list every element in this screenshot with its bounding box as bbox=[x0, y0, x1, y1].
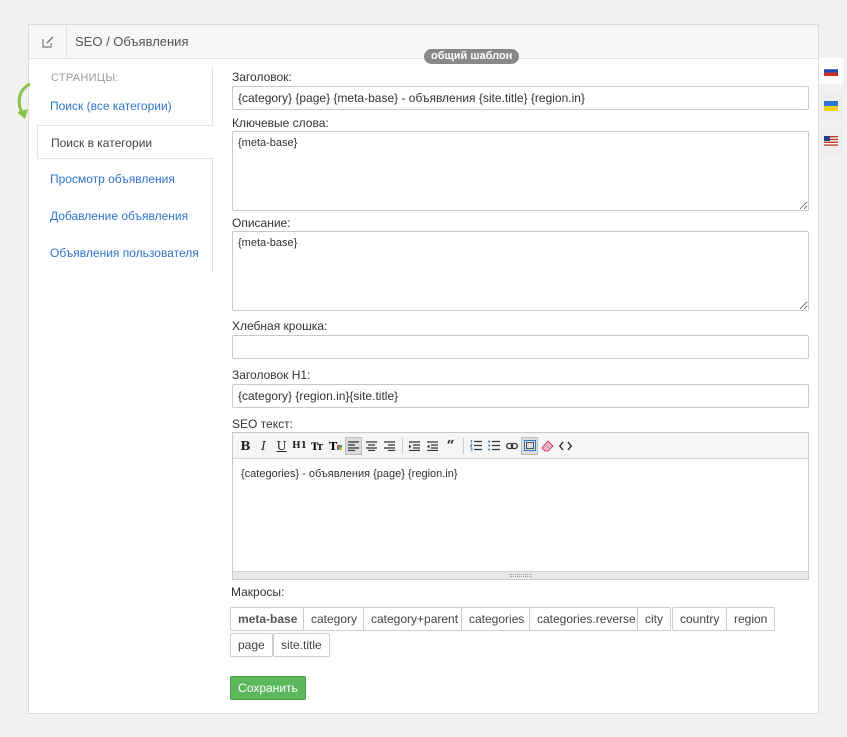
h1-input[interactable] bbox=[232, 384, 809, 408]
sidebar-item-search-category[interactable]: Поиск в категории bbox=[37, 125, 214, 159]
macro-button[interactable]: category+parent bbox=[363, 607, 467, 631]
template-badge: общий шаблон bbox=[424, 49, 520, 64]
pages-sidebar: СТРАНИЦЫ: Поиск (все категории) Поиск в … bbox=[37, 66, 214, 272]
editor-content[interactable]: {categories} - объявления {page} {region… bbox=[233, 459, 808, 489]
eraser-icon[interactable] bbox=[539, 437, 556, 455]
seo-text-editor: B I U H1 TT T “ {categories} - объявлени… bbox=[232, 432, 809, 580]
macro-button[interactable]: country bbox=[672, 607, 728, 631]
font-size-icon[interactable]: TT bbox=[309, 437, 326, 455]
link-icon[interactable] bbox=[503, 437, 520, 455]
macro-button[interactable]: categories.reverse bbox=[529, 607, 644, 631]
macro-button[interactable]: site.title bbox=[273, 633, 330, 657]
page-title: SEO / Объявления bbox=[75, 34, 189, 49]
editor-resize-handle[interactable] bbox=[233, 571, 808, 579]
macro-button[interactable]: categories bbox=[461, 607, 533, 631]
macro-button[interactable]: category bbox=[303, 607, 366, 631]
outdent-icon[interactable] bbox=[406, 437, 423, 455]
sidebar-item-add-ad[interactable]: Добавление объявления bbox=[37, 199, 213, 233]
flag-ru-icon[interactable] bbox=[819, 58, 843, 84]
resize-grip-icon bbox=[509, 574, 532, 577]
flag-ua-icon[interactable] bbox=[819, 93, 843, 119]
sidebar-item-view-ad[interactable]: Просмотр объявления bbox=[37, 162, 213, 196]
pointer-arrow-icon bbox=[17, 82, 31, 119]
description-textarea[interactable]: {meta-base} bbox=[232, 231, 809, 311]
breadcrumb-label: Хлебная крошка: bbox=[232, 319, 328, 333]
svg-text:T: T bbox=[329, 440, 338, 452]
bold-button[interactable]: B bbox=[237, 437, 254, 455]
indent-icon[interactable] bbox=[424, 437, 441, 455]
editor-toolbar: B I U H1 TT T “ bbox=[233, 433, 808, 459]
underline-button[interactable]: U bbox=[273, 437, 290, 455]
align-center-icon[interactable] bbox=[363, 437, 380, 455]
unordered-list-icon[interactable] bbox=[485, 437, 502, 455]
keywords-label: Ключевые слова: bbox=[232, 116, 329, 130]
macro-button[interactable]: region bbox=[726, 607, 776, 631]
svg-text:T: T bbox=[317, 442, 323, 452]
title-label: Заголовок: bbox=[232, 70, 292, 84]
heading-button[interactable]: H1 bbox=[291, 437, 308, 455]
fullscreen-icon[interactable] bbox=[521, 436, 538, 455]
macro-button[interactable]: city bbox=[637, 607, 671, 631]
macros-label: Макросы: bbox=[231, 585, 285, 599]
save-button[interactable]: Сохранить bbox=[230, 676, 306, 700]
source-code-icon[interactable] bbox=[557, 437, 574, 455]
h1-label: Заголовок H1: bbox=[232, 368, 311, 382]
sidebar-title: СТРАНИЦЫ: bbox=[51, 72, 119, 84]
description-label: Описание: bbox=[232, 216, 291, 230]
toolbar-divider bbox=[402, 437, 403, 454]
flag-us-icon[interactable] bbox=[819, 128, 843, 154]
align-right-icon[interactable] bbox=[381, 437, 398, 455]
edit-icon bbox=[29, 25, 67, 58]
macro-button[interactable]: page bbox=[230, 633, 273, 657]
ordered-list-icon[interactable] bbox=[467, 437, 484, 455]
macro-button[interactable]: meta-base bbox=[230, 607, 306, 631]
italic-button[interactable]: I bbox=[255, 437, 272, 455]
toolbar-divider bbox=[463, 437, 464, 454]
seo-text-label: SEO текст: bbox=[232, 417, 293, 431]
quote-button[interactable]: “ bbox=[442, 437, 459, 455]
sidebar-item-user-ads[interactable]: Объявления пользователя bbox=[37, 236, 213, 270]
language-switcher bbox=[819, 58, 843, 163]
sidebar-item-search-all[interactable]: Поиск (все категории) bbox=[37, 89, 213, 123]
title-input[interactable] bbox=[232, 86, 809, 110]
breadcrumb-input[interactable] bbox=[232, 335, 809, 359]
align-left-icon[interactable] bbox=[345, 436, 362, 455]
keywords-textarea[interactable]: {meta-base} bbox=[232, 131, 809, 211]
font-color-icon[interactable]: T bbox=[327, 437, 344, 455]
